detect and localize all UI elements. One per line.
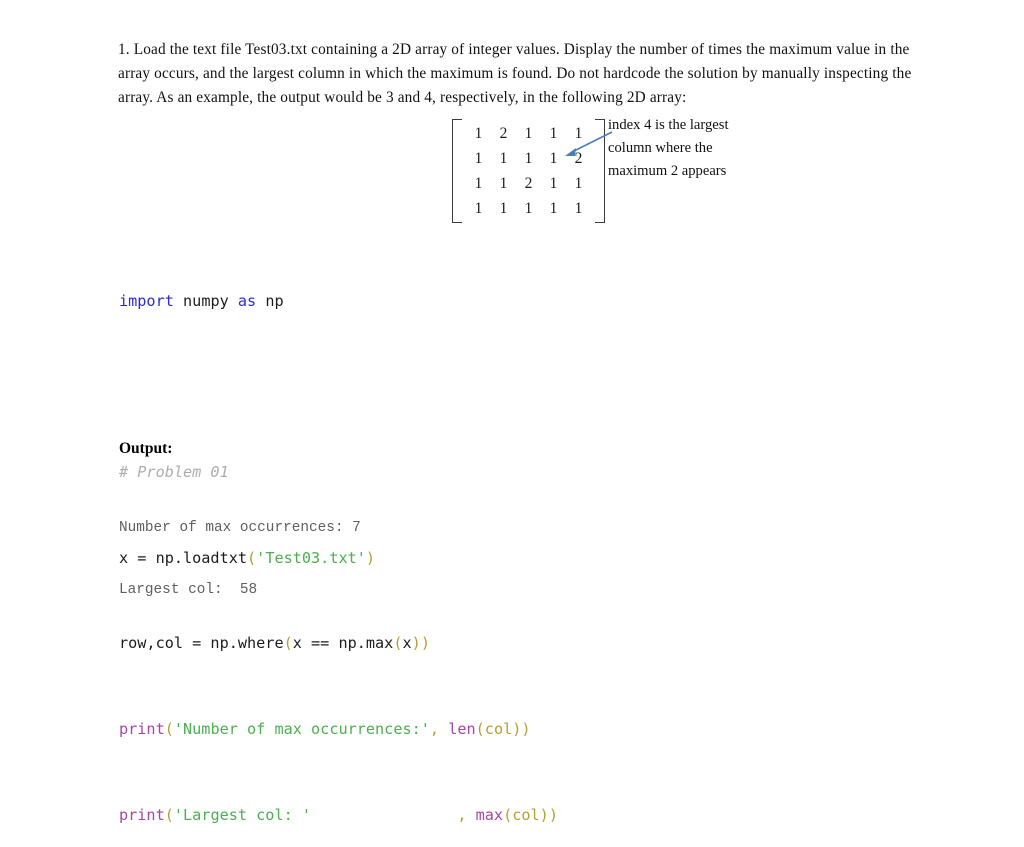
code-token-paren-close: ) bbox=[365, 548, 376, 567]
code-token-paren-close: ) bbox=[539, 805, 549, 824]
matrix-cell: 1 bbox=[524, 200, 533, 217]
code-token-paren-close: ) bbox=[411, 634, 421, 653]
matrix-cell: 1 bbox=[574, 200, 583, 217]
code-token-max-function: max bbox=[475, 805, 504, 824]
code-token-assignment: row,col = np.where bbox=[119, 634, 284, 653]
code-line-print-largest-col: print('Largest col: ' , max(col)) bbox=[119, 805, 558, 826]
matrix-cell: 2 bbox=[499, 125, 508, 142]
code-token-as-keyword: as bbox=[237, 291, 257, 310]
matrix-cell: 1 bbox=[474, 200, 483, 217]
code-token-paren-open: ( bbox=[164, 805, 174, 824]
code-token-variable: x bbox=[402, 634, 412, 653]
output-heading: Output: bbox=[119, 440, 173, 457]
matrix-cell: 1 bbox=[499, 175, 508, 192]
code-token-print-function: print bbox=[119, 719, 165, 738]
code-token-paren-close: ) bbox=[548, 805, 558, 824]
code-token-paren-open: ( bbox=[393, 634, 403, 653]
code-token-paren-close: ) bbox=[420, 634, 430, 653]
code-token-gap bbox=[311, 806, 457, 824]
code-token-paren-open: ( bbox=[503, 805, 513, 824]
output-line-largest-col: Largest col: 58 bbox=[119, 581, 258, 598]
code-token-string-label: 'Number of max occurrences:' bbox=[173, 719, 430, 738]
matrix-cell: 1 bbox=[474, 175, 483, 192]
annotation-line-3: maximum 2 appears bbox=[608, 163, 727, 179]
code-token-paren-open: ( bbox=[283, 634, 293, 653]
output-line-occurrences: Number of max occurrences: 7 bbox=[119, 520, 361, 536]
code-token-paren-close: ) bbox=[521, 719, 531, 738]
matrix-cell: 1 bbox=[524, 125, 533, 142]
matrix-cell: 1 bbox=[574, 175, 583, 192]
code-token-module-name: numpy bbox=[183, 291, 229, 310]
code-line-where: row,col = np.where(x == np.max(x)) bbox=[119, 633, 558, 654]
code-token-variable: col bbox=[512, 805, 540, 824]
code-token-variable: col bbox=[484, 719, 513, 738]
matrix-cell: 1 bbox=[549, 200, 558, 217]
matrix-left-bracket bbox=[452, 119, 462, 223]
matrix-cell: 1 bbox=[474, 125, 483, 142]
code-token-print-function: print bbox=[119, 805, 165, 824]
code-token-string-label: 'Largest col: ' bbox=[173, 805, 312, 824]
matrix-cell: 1 bbox=[499, 200, 508, 217]
code-token-expression: x == np.max bbox=[292, 634, 394, 653]
code-token-paren-close: ) bbox=[512, 719, 522, 738]
matrix-cell: 1 bbox=[549, 175, 558, 192]
matrix-cell: 2 bbox=[524, 175, 533, 192]
matrix-cell: 1 bbox=[524, 150, 533, 167]
code-line-import: import numpy as np bbox=[119, 291, 558, 312]
output-console-text: Number of max occurrences: 7 Largest col… bbox=[119, 477, 361, 621]
code-token-import-keyword: import bbox=[119, 291, 174, 310]
code-token-alias: np bbox=[265, 291, 284, 310]
code-token-len-function: len bbox=[448, 719, 476, 738]
code-token-paren-open: ( bbox=[164, 719, 174, 738]
matrix-cell: 1 bbox=[499, 150, 508, 167]
code-token-comma: , bbox=[429, 719, 449, 738]
problem-statement-paragraph: 1. Load the text file Test03.txt contain… bbox=[118, 41, 912, 107]
annotation-line-1: index 4 is the largest bbox=[608, 117, 729, 133]
code-token-paren-open: ( bbox=[475, 719, 485, 738]
annotation-line-2: column where the bbox=[608, 140, 713, 156]
annotation-note: index 4 is the largest column where the … bbox=[608, 114, 788, 183]
matrix-cell: 1 bbox=[474, 150, 483, 167]
code-line-print-occurrences: print('Number of max occurrences:', len(… bbox=[119, 719, 558, 740]
code-token-comma: , bbox=[457, 805, 476, 824]
